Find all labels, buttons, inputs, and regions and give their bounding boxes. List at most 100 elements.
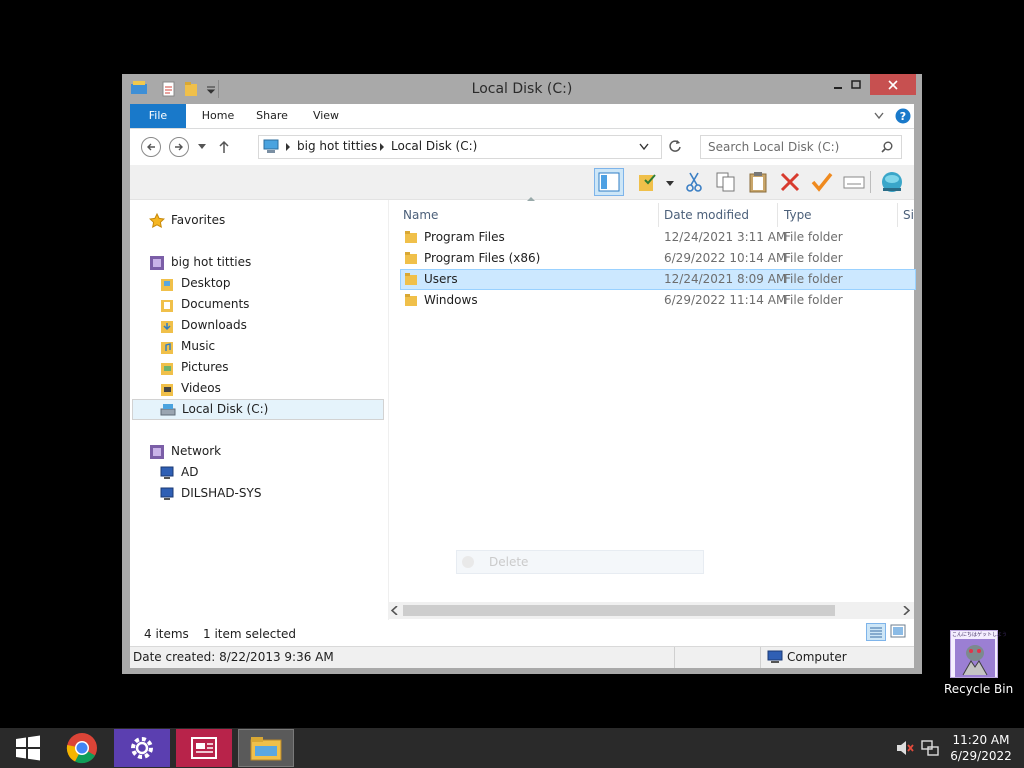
folder-icon	[405, 294, 417, 306]
nav-item-documents[interactable]: Documents	[159, 294, 249, 315]
column-type[interactable]: Type	[784, 203, 812, 227]
address-bar[interactable]: big hot titties Local Disk (C:)	[258, 135, 662, 159]
sort-arrow-icon	[527, 197, 535, 201]
scroll-thumb[interactable]	[403, 605, 835, 616]
table-row[interactable]: Windows 6/29/2022 11:14 AM File folder	[400, 290, 916, 311]
expand-ribbon-icon[interactable]	[874, 112, 884, 120]
search-box[interactable]: Search Local Disk (C:)	[700, 135, 902, 159]
nav-network-label: Network	[171, 444, 222, 458]
select-dropdown-icon[interactable]	[666, 181, 674, 187]
date-created: Date created: 8/22/2013 9:36 AM	[133, 650, 334, 664]
column-divider[interactable]	[777, 203, 778, 227]
file-explorer-icon	[250, 737, 282, 761]
table-row[interactable]: Program Files (x86) 6/29/2022 10:14 AM F…	[400, 248, 916, 269]
back-button[interactable]	[141, 137, 161, 157]
nav-item-dilshad-sys[interactable]: DILSHAD-SYS	[159, 483, 261, 504]
nav-item-label: AD	[181, 465, 199, 479]
delete-icon[interactable]	[778, 170, 802, 194]
taskbar-chrome[interactable]	[54, 729, 110, 767]
downloads-folder-icon	[161, 320, 173, 333]
pictures-folder-icon	[161, 362, 173, 375]
taskbar-settings[interactable]	[114, 729, 170, 767]
music-folder-icon	[161, 341, 173, 354]
nav-item-videos[interactable]: Videos	[159, 378, 221, 399]
cut-icon[interactable]	[682, 170, 706, 194]
reader-icon	[191, 737, 217, 759]
nav-item-label: Desktop	[181, 276, 231, 290]
scroll-right-icon[interactable]	[903, 606, 910, 615]
rename-icon[interactable]	[810, 170, 834, 194]
title-bar[interactable]: Local Disk (C:)	[122, 74, 922, 104]
tab-file[interactable]: File	[130, 104, 186, 128]
network-globe-icon[interactable]	[880, 170, 904, 194]
network-computer-icon	[160, 487, 174, 500]
column-size[interactable]: Si	[903, 203, 914, 227]
nav-item-desktop[interactable]: Desktop	[159, 273, 231, 294]
nav-computer[interactable]: big hot titties	[149, 252, 251, 273]
taskbar-reader[interactable]	[176, 729, 232, 767]
network-icon	[150, 444, 164, 459]
volume-muted-icon[interactable]	[896, 740, 914, 756]
column-divider[interactable]	[897, 203, 898, 227]
nav-item-ad[interactable]: AD	[159, 462, 198, 483]
computer-small-icon	[767, 650, 783, 663]
table-row[interactable]: Program Files 12/24/2021 3:11 AM File fo…	[400, 227, 916, 248]
address-dropdown-icon[interactable]	[639, 143, 649, 151]
status-bar: 4 items 1 item selected	[130, 620, 914, 646]
tab-home[interactable]: Home	[196, 104, 240, 128]
breadcrumb-computer[interactable]: big hot titties	[297, 139, 377, 153]
file-date: 6/29/2022 11:14 AM	[664, 293, 787, 307]
nav-item-local-disk[interactable]: Local Disk (C:)	[132, 399, 384, 420]
up-button[interactable]	[218, 140, 230, 154]
column-date-modified[interactable]: Date modified	[664, 203, 749, 227]
start-button[interactable]	[0, 729, 56, 767]
properties-box-icon[interactable]	[842, 170, 866, 194]
table-row-selected[interactable]: Users 12/24/2021 8:09 AM File folder	[400, 269, 916, 290]
file-name: Windows	[424, 293, 478, 307]
tab-view[interactable]: View	[304, 104, 348, 128]
nav-favorites[interactable]: Favorites	[149, 210, 225, 231]
nav-computer-label: big hot titties	[171, 255, 252, 269]
ribbon-tabs: File Home Share View ?	[130, 104, 914, 129]
details-bar: Date created: 8/22/2013 9:36 AM Computer	[130, 646, 914, 668]
tab-share[interactable]: Share	[250, 104, 294, 128]
selection-count: 1 item selected	[203, 627, 297, 641]
folder-icon	[405, 252, 417, 264]
network-status-icon[interactable]	[920, 740, 940, 756]
scroll-left-icon[interactable]	[391, 606, 398, 615]
breadcrumb-local-disk[interactable]: Local Disk (C:)	[391, 139, 477, 153]
forward-button[interactable]	[169, 137, 189, 157]
ghost-menu-label: Delete	[489, 555, 529, 569]
pane-divider[interactable]	[388, 200, 389, 620]
toolbar-separator	[870, 171, 871, 193]
preview-pane-icon[interactable]	[594, 168, 624, 196]
details-view-button[interactable]	[866, 623, 886, 641]
column-divider[interactable]	[658, 203, 659, 227]
explorer-window: Local Disk (C:) File Home Share View ? b…	[122, 74, 922, 674]
nav-item-downloads[interactable]: Downloads	[159, 315, 247, 336]
breadcrumb-chevron-icon[interactable]	[379, 143, 385, 151]
nav-item-pictures[interactable]: Pictures	[159, 357, 229, 378]
column-name[interactable]: Name	[403, 203, 438, 227]
refresh-icon[interactable]	[668, 139, 682, 153]
large-icons-view-button[interactable]	[890, 624, 906, 638]
help-icon[interactable]: ?	[895, 108, 911, 124]
copy-icon[interactable]	[714, 170, 738, 194]
recent-locations-icon[interactable]	[198, 144, 206, 150]
paste-icon[interactable]	[746, 170, 770, 194]
horizontal-scrollbar[interactable]	[388, 602, 914, 619]
clock[interactable]: 11:20 AM 6/29/2022	[944, 732, 1018, 764]
file-type: File folder	[784, 230, 843, 244]
select-icon[interactable]	[636, 170, 660, 194]
taskbar-file-explorer[interactable]	[238, 729, 294, 767]
search-icon[interactable]	[881, 141, 893, 153]
nav-item-music[interactable]: Music	[159, 336, 215, 357]
search-input[interactable]: Search Local Disk (C:)	[708, 140, 839, 154]
breadcrumb-chevron-icon[interactable]	[285, 143, 291, 151]
start-icon	[16, 735, 40, 761]
maximize-button[interactable]	[842, 74, 870, 95]
close-button[interactable]	[870, 74, 916, 95]
file-date: 12/24/2021 3:11 AM	[664, 230, 787, 244]
taskbar: 11:20 AM 6/29/2022	[0, 728, 1024, 768]
nav-network[interactable]: Network	[149, 441, 221, 462]
